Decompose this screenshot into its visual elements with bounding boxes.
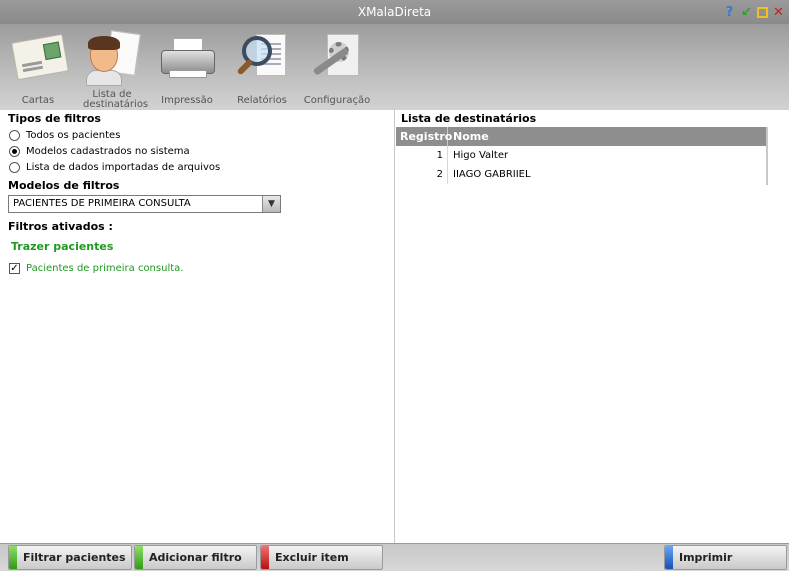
active-filter-item[interactable]: ✓ Pacientes de primeira consulta. xyxy=(9,261,183,275)
filter-model-select[interactable]: PACIENTES DE PRIMEIRA CONSULTA ▼ xyxy=(8,195,281,213)
recipients-table: Registro Nome 1 Higo Valter 2 IIAGO GABR… xyxy=(396,127,768,184)
printer-icon xyxy=(157,30,217,86)
radio-modelos-cadastrados[interactable]: Modelos cadastrados no sistema xyxy=(9,144,190,158)
delete-item-button[interactable]: Excluir item xyxy=(260,545,383,570)
radio-label: Modelos cadastrados no sistema xyxy=(26,145,190,157)
close-icon[interactable]: ✕ xyxy=(772,6,785,19)
bottom-action-bar: Filtrar pacientes Adicionar filtro Exclu… xyxy=(0,543,789,571)
contact-list-icon xyxy=(82,30,142,86)
column-header-nome[interactable]: Nome xyxy=(448,127,768,146)
toolbar-item-lista[interactable]: Lista de destinatários xyxy=(77,30,149,110)
help-icon[interactable]: ? xyxy=(723,6,736,19)
cell-nome: Higo Valter xyxy=(453,150,509,161)
title-bar: XMalaDireta ? ↙ ✕ xyxy=(0,0,789,24)
window-controls: ? ↙ ✕ xyxy=(723,4,785,20)
filter-models-title: Modelos de filtros xyxy=(8,179,120,192)
print-button[interactable]: Imprimir xyxy=(664,545,787,570)
radio-lista-importada[interactable]: Lista de dados importadas de arquivos xyxy=(9,160,220,174)
table-row[interactable]: 1 Higo Valter xyxy=(396,146,768,165)
table-scrollbar[interactable] xyxy=(766,127,768,185)
table-row[interactable]: 2 IIAGO GABRIIEL xyxy=(396,165,768,184)
radio-label: Todos os pacientes xyxy=(26,129,121,141)
magnifier-icon xyxy=(232,30,292,86)
toolbar-label-cartas: Cartas xyxy=(21,95,55,106)
filters-panel: Tipos de filtros Todos os pacientes Mode… xyxy=(0,110,395,543)
recipients-panel: Lista de destinatários Registro Nome 1 H… xyxy=(396,110,789,543)
toolbar-label-relatorios: Relatórios xyxy=(237,95,287,106)
toolbar-label-configuracao: Configuração xyxy=(303,95,371,106)
column-header-registro[interactable]: Registro xyxy=(396,127,452,146)
table-header: Registro Nome xyxy=(396,127,768,146)
window-title: XMalaDireta xyxy=(357,5,432,19)
cell-nome: IIAGO GABRIIEL xyxy=(453,169,531,180)
filter-model-value: PACIENTES DE PRIMEIRA CONSULTA xyxy=(13,198,191,209)
toolbar-item-impressao[interactable]: Impressão xyxy=(152,30,222,106)
button-label: Excluir item xyxy=(275,551,349,564)
chevron-down-icon[interactable]: ▼ xyxy=(262,196,280,212)
recipients-title: Lista de destinatários xyxy=(401,112,537,125)
filter-patients-button[interactable]: Filtrar pacientes xyxy=(8,545,132,570)
toolbar-item-configuracao[interactable]: Configuração xyxy=(302,30,372,106)
main-toolbar: Cartas Lista de destinatários Impressão … xyxy=(0,24,789,110)
settings-tools-icon xyxy=(307,30,367,86)
active-filter-label: Pacientes de primeira consulta. xyxy=(26,262,184,274)
maximize-icon[interactable] xyxy=(757,6,768,18)
button-stripe xyxy=(9,546,17,569)
toolbar-item-cartas[interactable]: Cartas xyxy=(3,30,73,106)
toolbar-item-relatorios[interactable]: Relatórios xyxy=(227,30,297,106)
bring-patients-title: Trazer pacientes xyxy=(11,240,114,253)
radio-button[interactable] xyxy=(9,129,20,141)
radio-button[interactable] xyxy=(9,161,20,173)
button-label: Adicionar filtro xyxy=(149,551,242,564)
filter-types-title: Tipos de filtros xyxy=(8,112,101,125)
button-stripe xyxy=(261,546,269,569)
cell-registro: 1 xyxy=(396,146,448,165)
button-label: Filtrar pacientes xyxy=(23,551,126,564)
radio-todos-pacientes[interactable]: Todos os pacientes xyxy=(9,128,120,142)
minimize-icon[interactable]: ↙ xyxy=(740,6,753,19)
button-stripe xyxy=(665,546,673,569)
radio-label: Lista de dados importadas de arquivos xyxy=(26,161,221,173)
button-stripe xyxy=(135,546,143,569)
checkbox-checked[interactable]: ✓ xyxy=(9,262,20,274)
envelope-icon xyxy=(8,30,69,86)
cell-registro: 2 xyxy=(396,165,448,184)
active-filters-title: Filtros ativados : xyxy=(8,220,113,233)
toolbar-label-impressao: Impressão xyxy=(161,95,213,106)
radio-button-selected[interactable] xyxy=(9,145,20,157)
button-label: Imprimir xyxy=(679,551,733,564)
toolbar-label-lista: Lista de destinatários xyxy=(83,89,149,110)
add-filter-button[interactable]: Adicionar filtro xyxy=(134,545,257,570)
